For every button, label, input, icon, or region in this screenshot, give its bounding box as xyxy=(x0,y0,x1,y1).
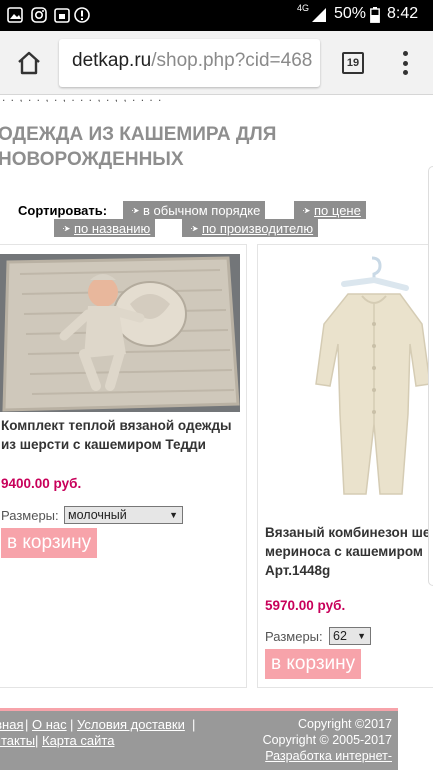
footer-link-home[interactable]: Главная xyxy=(0,717,23,732)
copyright-line-1: Copyright ©2017 xyxy=(298,717,392,731)
page-title: одежда из кашемира для новорожденных xyxy=(0,124,277,170)
sort-default-button[interactable]: ·:▸ в обычном порядке xyxy=(123,201,266,219)
menu-dot-icon xyxy=(402,70,408,75)
sort-label: Сортировать: xyxy=(18,203,108,218)
menu-dot-icon xyxy=(402,51,408,56)
battery-percent: 50% xyxy=(334,5,367,22)
url-host: detkap.ru xyxy=(72,50,152,71)
sizes-label: Размеры: xyxy=(1,508,59,523)
calendar-icon xyxy=(54,7,70,23)
sort-manufacturer-button[interactable]: ·:▸ по производителю xyxy=(182,219,319,237)
developer-link[interactable]: Разработка интернет- xyxy=(265,749,392,763)
footer-link-sitemap[interactable]: Карта сайта xyxy=(42,733,114,748)
product-name[interactable]: Вязаный комбинезон ше мериноса с кашемир… xyxy=(265,523,433,580)
product-name[interactable]: Комплект теплой вязаной одежды из шерсти… xyxy=(1,416,245,454)
page-content: . . , . . , . , . . . , . , , . . . . од… xyxy=(0,96,433,770)
sort-name-button[interactable]: ·:▸ по названию xyxy=(54,219,156,237)
tab-switcher-button[interactable]: 19 xyxy=(342,52,364,74)
arrows-icon: ·:▸ xyxy=(190,222,198,233)
footer-link-contacts[interactable]: Контакты xyxy=(0,733,35,748)
status-bar: 4G 50% 8:42 xyxy=(0,0,433,31)
product-price: 5970.00 руб. xyxy=(265,598,346,613)
site-footer: Главная | О нас | Условия доставки | Кон… xyxy=(0,708,398,770)
instagram-icon xyxy=(31,7,47,23)
url-bar[interactable]: detkap.ru/shop.php?cid=468 xyxy=(59,39,320,87)
browser-toolbar: detkap.ru/shop.php?cid=468 19 xyxy=(0,31,433,95)
product-price: 9400.00 руб. xyxy=(1,476,82,491)
chevron-down-icon: ▼ xyxy=(169,510,178,520)
arrows-icon: ·:▸ xyxy=(131,204,139,215)
product-image[interactable] xyxy=(0,254,240,412)
arrows-icon: ·:▸ xyxy=(62,222,70,233)
menu-dot-icon xyxy=(402,60,408,66)
add-to-cart-button[interactable]: в корзину xyxy=(265,649,362,679)
copyright-line-2: Copyright © 2005-2017 xyxy=(262,733,392,747)
add-to-cart-button[interactable]: в корзину xyxy=(1,528,98,558)
sizes-label: Размеры: xyxy=(265,629,323,644)
arrows-icon: ·:▸ xyxy=(302,204,310,215)
next-card-edge xyxy=(428,166,433,586)
footer-link-delivery[interactable]: Условия доставки xyxy=(77,717,185,732)
battery-icon xyxy=(370,7,380,23)
chevron-down-icon: ▼ xyxy=(357,631,366,641)
signal-icon xyxy=(311,7,327,23)
network-type: 4G xyxy=(297,3,310,13)
overflow-menu-button[interactable] xyxy=(395,49,415,77)
home-button[interactable] xyxy=(12,47,46,79)
cut-off-breadcrumb: . . , . . , . , . . . , . , , . . . . xyxy=(0,96,433,102)
gallery-icon xyxy=(7,7,23,23)
footer-link-about[interactable]: О нас xyxy=(32,717,67,732)
alert-icon xyxy=(74,7,90,23)
size-select[interactable]: 62 ▼ xyxy=(329,627,371,645)
url-path: /shop.php?cid=468 xyxy=(151,50,313,71)
size-select[interactable]: молочный ▼ xyxy=(64,506,183,524)
sort-price-button[interactable]: ·:▸ по цене xyxy=(294,201,366,219)
product-image[interactable] xyxy=(262,254,433,504)
clock: 8:42 xyxy=(387,5,419,22)
home-icon xyxy=(18,51,40,75)
